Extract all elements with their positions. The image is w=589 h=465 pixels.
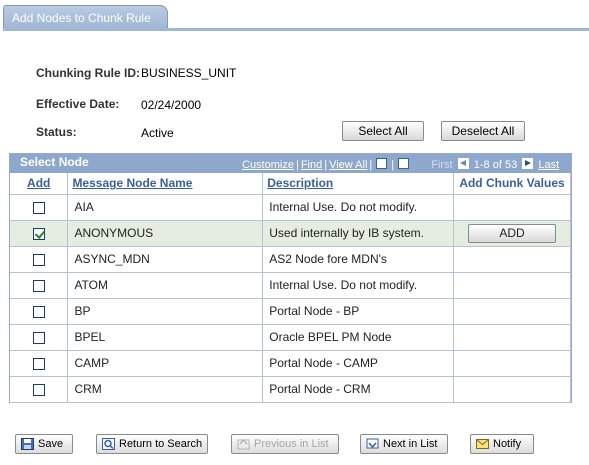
node-name-cell: ATOM xyxy=(67,272,264,299)
add-chunk-values-cell xyxy=(453,298,571,325)
page-tab: Add Nodes to Chunk Rule xyxy=(3,5,168,29)
row-range: 1-8 of 53 xyxy=(473,159,518,171)
previous-in-list-button: Previous in List xyxy=(231,434,339,454)
next-arrow-icon[interactable] xyxy=(522,158,534,169)
add-chunk-button[interactable]: ADD xyxy=(468,223,556,243)
node-name-cell: CRM xyxy=(67,376,264,403)
node-name-cell: CAMP xyxy=(67,350,264,377)
add-chunk-values-cell xyxy=(453,272,571,299)
description-cell: Internal Use. Do not modify. xyxy=(262,272,454,299)
save-icon xyxy=(21,438,34,450)
add-checkbox[interactable] xyxy=(32,253,45,266)
add-checkbox-cell xyxy=(10,194,69,221)
col-header-node-name[interactable]: Message Node Name xyxy=(67,173,264,195)
add-checkbox[interactable] xyxy=(32,331,45,344)
node-table: Add Message Node Name Description Add Ch… xyxy=(10,173,571,403)
save-label: Save xyxy=(38,438,64,450)
return-to-search-label: Return to Search xyxy=(119,438,203,450)
col-header-add[interactable]: Add xyxy=(10,173,69,195)
previous-arrow-icon xyxy=(457,158,469,169)
rule-id-label: Chunking Rule ID: xyxy=(36,66,140,80)
save-button[interactable]: Save xyxy=(15,434,73,454)
notify-button[interactable]: Notify xyxy=(470,434,534,454)
table-row: ATOM Internal Use. Do not modify. xyxy=(10,272,571,299)
description-cell: Portal Node - CRM xyxy=(262,376,454,403)
description-cell: Portal Node - CAMP xyxy=(262,350,454,377)
add-checkbox[interactable] xyxy=(32,201,45,214)
add-chunk-values-cell xyxy=(453,350,571,377)
customize-link[interactable]: Customize xyxy=(242,159,294,171)
description-cell: Portal Node - BP xyxy=(262,298,454,325)
view-all-link[interactable]: View All xyxy=(329,159,367,171)
status-label: Status: xyxy=(36,125,77,139)
next-in-list-label: Next in List xyxy=(383,438,438,450)
add-chunk-values-cell xyxy=(453,376,571,403)
next-list-icon xyxy=(366,438,379,449)
add-checkbox[interactable] xyxy=(32,357,45,370)
node-name-cell: ASYNC_MDN xyxy=(67,246,264,273)
grid-navigation: Customize | Find | View All | | First 1-8 of 5… xyxy=(242,158,560,171)
node-name-cell: ANONYMOUS xyxy=(67,220,264,247)
return-to-search-button[interactable]: Return to Search xyxy=(96,434,208,454)
add-chunk-values-cell: ADD xyxy=(453,220,571,247)
grid-header-bar: Select Node Customize | Find | View All | | Fi… xyxy=(10,154,571,173)
rule-id-value: BUSINESS_UNIT xyxy=(141,66,237,80)
description-cell: AS2 Node fore MDN's xyxy=(262,246,454,273)
table-row: BP Portal Node - BP xyxy=(10,298,571,325)
add-checkbox-cell xyxy=(10,272,69,299)
add-checkbox-cell xyxy=(10,376,69,403)
deselect-all-button[interactable]: Deselect All xyxy=(441,121,525,141)
node-name-cell: BP xyxy=(67,298,264,325)
add-chunk-values-cell xyxy=(453,246,571,273)
node-name-cell: BPEL xyxy=(67,324,264,351)
description-cell: Internal Use. Do not modify. xyxy=(262,194,454,221)
add-checkbox-cell xyxy=(10,220,69,247)
add-chunk-values-cell xyxy=(453,194,571,221)
table-row: BPEL Oracle BPEL PM Node xyxy=(10,324,571,351)
col-header-description[interactable]: Description xyxy=(262,173,454,195)
col-header-add-chunk-values: Add Chunk Values xyxy=(453,173,571,195)
grid-title: Select Node xyxy=(20,155,89,169)
previous-list-icon xyxy=(237,438,250,450)
select-all-button[interactable]: Select All xyxy=(342,121,424,141)
table-row: CAMP Portal Node - CAMP xyxy=(10,350,571,377)
add-checkbox[interactable] xyxy=(32,383,45,396)
download-icon[interactable] xyxy=(376,158,388,169)
next-in-list-button[interactable]: Next in List xyxy=(360,434,448,454)
status-value: Active xyxy=(141,126,174,140)
effective-date-label: Effective Date: xyxy=(36,97,120,111)
tab-underline xyxy=(3,28,589,31)
table-row: ASYNC_MDN AS2 Node fore MDN's xyxy=(10,246,571,273)
add-checkbox-cell xyxy=(10,350,69,377)
description-cell: Used internally by IB system. xyxy=(262,220,454,247)
add-checkbox[interactable] xyxy=(32,305,45,318)
first-label: First xyxy=(431,159,453,171)
node-name-cell: AIA xyxy=(67,194,264,221)
table-row: ANONYMOUS Used internally by IB system. AD… xyxy=(10,220,571,247)
spreadsheet-icon[interactable] xyxy=(398,158,410,169)
add-checkbox[interactable] xyxy=(32,279,45,292)
find-link[interactable]: Find xyxy=(301,159,322,171)
select-node-grid: Select Node Customize | Find | View All | | Fi… xyxy=(9,153,572,403)
add-checkbox-cell xyxy=(10,324,69,351)
table-row: AIA Internal Use. Do not modify. xyxy=(10,194,571,221)
description-cell: Oracle BPEL PM Node xyxy=(262,324,454,351)
previous-in-list-label: Previous in List xyxy=(254,438,329,450)
last-link[interactable]: Last xyxy=(538,159,559,171)
add-checkbox-cell xyxy=(10,298,69,325)
effective-date-value: 02/24/2000 xyxy=(141,98,202,112)
add-checkbox-cell xyxy=(10,246,69,273)
notify-icon xyxy=(476,439,489,449)
add-checkbox[interactable] xyxy=(32,227,45,240)
search-icon xyxy=(102,438,115,450)
table-row: CRM Portal Node - CRM xyxy=(10,376,571,403)
add-chunk-values-cell xyxy=(453,324,571,351)
notify-label: Notify xyxy=(493,438,522,450)
